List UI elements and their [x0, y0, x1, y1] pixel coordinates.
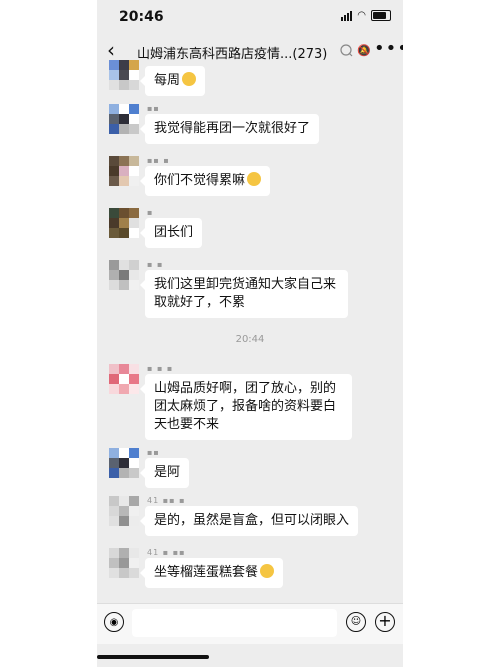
message-bubble[interactable]: 是阿 — [139, 458, 190, 488]
member-count: (273) — [292, 47, 328, 62]
message-list: 每周 ▪▪ 我觉得能再团一次就很好了 ▪▪ ▪ 你们不觉得累嘛 ▪ 团长们 ▪ … — [97, 60, 403, 603]
message-text: 你们不觉得累嘛 — [154, 173, 246, 188]
group-name: 山姆浦东高科西路店疫情... — [137, 47, 293, 62]
avatar[interactable] — [109, 60, 139, 90]
sender-id: 41 — [147, 496, 160, 505]
phone-screen: 20:46 ◠ ‹ 山姆浦东高科西路店疫情...(273) 🔕 ••• 每周 — [97, 0, 403, 667]
chat-header: ‹ 山姆浦东高科西路店疫情...(273) 🔕 ••• — [97, 36, 403, 68]
avatar[interactable] — [109, 156, 139, 186]
mute-bell-icon: 🔕 — [357, 44, 371, 57]
grinning-face-icon — [260, 564, 275, 578]
avatar[interactable] — [109, 496, 139, 526]
message-bubble[interactable]: 坐等榴莲蛋糕套餐 — [139, 558, 284, 588]
message-text: 坐等榴莲蛋糕套餐 — [154, 565, 259, 580]
sender-name: ▪▪ — [147, 448, 160, 457]
status-time: 20:46 — [119, 9, 164, 25]
message-text: 我觉得能再团一次就很好了 — [154, 121, 311, 136]
battery-icon — [371, 10, 391, 21]
home-indicator — [97, 655, 209, 659]
signal-icon — [341, 10, 353, 21]
message-bubble[interactable]: 是的，虽然是盲盒，但可以闭眼入 — [139, 506, 359, 536]
message-bubble[interactable]: 山姆品质好啊，团了放心，别的团太麻烦了，报备啥的资料要白天也要不来 — [140, 374, 352, 440]
sender-name: ▪ ▪ ▪ — [147, 364, 174, 373]
avatar[interactable] — [109, 548, 139, 578]
laughing-face-icon — [247, 172, 262, 186]
plus-button-icon[interactable]: + — [375, 612, 395, 632]
message-bubble[interactable]: 我们这里卸完货通知大家自己来取就好了，不累 — [140, 270, 348, 318]
time-divider: 20:44 — [235, 334, 265, 345]
sender-name: ▪▪ — [147, 104, 160, 113]
avatar[interactable] — [109, 208, 139, 238]
input-bar: ◉ ☺ + — [97, 603, 403, 644]
avatar[interactable] — [109, 448, 139, 478]
message-text: 是阿 — [154, 465, 181, 480]
more-options-button[interactable]: ••• — [374, 38, 403, 59]
sender-id: 41 — [147, 548, 160, 557]
chat-title: 山姆浦东高科西路店疫情...(273) — [137, 43, 357, 62]
message-text: 山姆品质好啊，团了放心，别的团太麻烦了，报备啥的资料要白天也要不来 — [154, 381, 337, 432]
sender-name: ▪▪ ▪ — [147, 156, 170, 165]
back-button[interactable]: ‹ — [107, 38, 115, 62]
message-text: 团长们 — [154, 225, 194, 240]
chat-bubble-icon — [340, 44, 353, 57]
avatar[interactable] — [109, 260, 139, 290]
message-bubble[interactable]: 你们不觉得累嘛 — [139, 166, 271, 196]
sender-name: 41 ▪ ▪▪ — [147, 548, 186, 557]
sender-name: 41 ▪▪ ▪ — [147, 496, 186, 505]
message-input[interactable] — [132, 609, 337, 637]
avatar[interactable] — [109, 364, 139, 394]
sender-name: ▪ — [147, 208, 154, 217]
message-text: 我们这里卸完货通知大家自己来取就好了，不累 — [154, 277, 337, 310]
sender-name: ▪ ▪ — [147, 260, 164, 269]
status-bar: 20:46 ◠ — [97, 0, 403, 36]
wifi-icon: ◠ — [357, 10, 366, 21]
status-icons: ◠ — [341, 10, 391, 21]
message-bubble[interactable]: 每周 — [139, 66, 206, 96]
avatar[interactable] — [109, 104, 139, 134]
laughing-face-icon — [182, 72, 197, 86]
emoji-button-icon[interactable]: ☺ — [346, 612, 366, 632]
message-bubble[interactable]: 团长们 — [139, 218, 203, 248]
message-text: 是的，虽然是盲盒，但可以闭眼入 — [154, 513, 350, 528]
message-bubble[interactable]: 我觉得能再团一次就很好了 — [139, 114, 320, 144]
voice-input-icon[interactable]: ◉ — [104, 612, 124, 632]
message-text: 每周 — [154, 73, 181, 88]
